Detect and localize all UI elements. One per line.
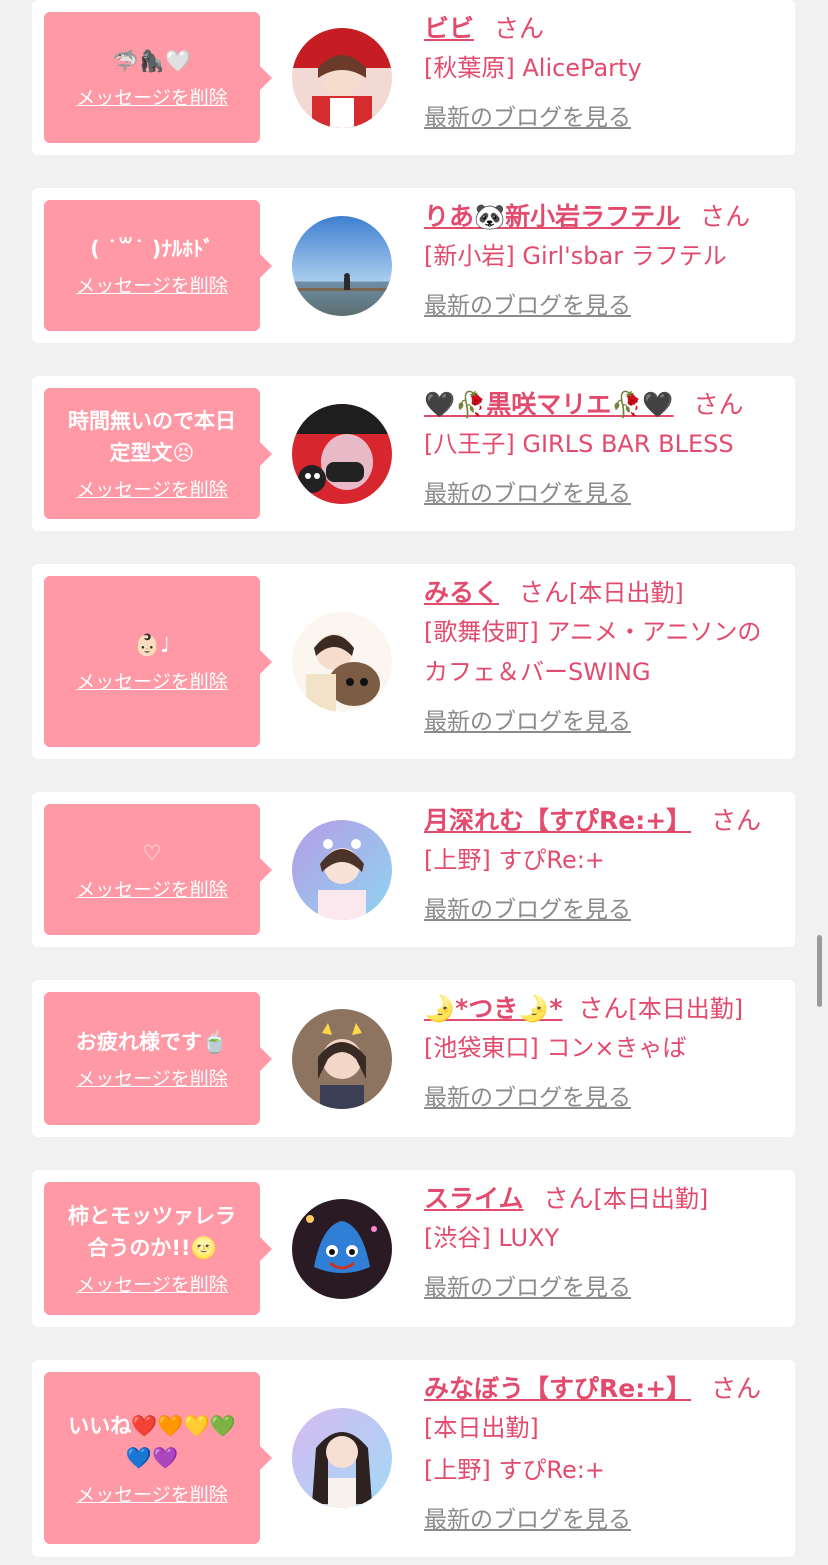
cast-name-link[interactable]: 🖤🥀黒咲マリエ🥀🖤 bbox=[424, 390, 674, 419]
honorific-label: さん bbox=[519, 578, 570, 607]
attendance-badge: [本日出勤] bbox=[424, 1414, 539, 1442]
attendance-badge: [本日出勤] bbox=[569, 579, 684, 607]
message-card: 👶🏻♩ メッセージを削除 みるく さん[本日出勤] [歌舞伎町] アニメ・アニソン… bbox=[32, 564, 795, 759]
shop-label: [池袋東口] コン×きゃば bbox=[424, 1034, 687, 1062]
message-card: 時間無いので本日 定型文😣 メッセージを削除 🖤🥀黒咲マリエ🥀🖤 さん [八王子]… bbox=[32, 376, 795, 531]
honorific-label: さん bbox=[711, 806, 762, 835]
latest-blog-link[interactable]: 最新のブログを見る bbox=[424, 1268, 631, 1302]
message-card: 🦈🦍🤍 メッセージを削除 ビビ さん [秋葉原] AliceParty 最新のブロ… bbox=[32, 0, 795, 155]
honorific-label: さん bbox=[700, 202, 751, 231]
cast-name-link[interactable]: みるく bbox=[424, 578, 499, 607]
honorific-label: さん bbox=[494, 14, 545, 43]
honorific-label: さん bbox=[711, 1374, 762, 1403]
shop-label: [上野] すぴRe:+ bbox=[424, 846, 605, 874]
message-bubble: ♡ メッセージを削除 bbox=[44, 804, 272, 935]
message-text: ♡ bbox=[142, 841, 162, 865]
delete-message-link[interactable]: メッセージを削除 bbox=[76, 271, 228, 298]
avatar[interactable] bbox=[292, 612, 392, 712]
latest-blog-link[interactable]: 最新のブログを見る bbox=[424, 702, 631, 736]
honorific-label: さん bbox=[578, 994, 629, 1023]
delete-message-link[interactable]: メッセージを削除 bbox=[76, 475, 228, 502]
avatar[interactable] bbox=[292, 1199, 392, 1299]
latest-blog-link[interactable]: 最新のブログを見る bbox=[424, 474, 631, 508]
message-bubble: ( ˙꒳˙ )ﾅﾙﾎﾄﾞ メッセージを削除 bbox=[44, 200, 272, 331]
shop-label: [新小岩] Girl'sbar ラフテル bbox=[424, 242, 727, 270]
message-card: 柿とモッツァレラ 合うのか!!🌝 メッセージを削除 スライム さん[本日出勤] [… bbox=[32, 1170, 795, 1327]
cast-name-link[interactable]: ビビ bbox=[424, 14, 474, 43]
cast-name-link[interactable]: みなぼう【すぴRe:+】 bbox=[424, 1374, 691, 1403]
delete-message-link[interactable]: メッセージを削除 bbox=[76, 667, 228, 694]
cast-name-link[interactable]: スライム bbox=[424, 1184, 524, 1213]
avatar[interactable] bbox=[292, 1408, 392, 1508]
cast-name-link[interactable]: 🌛*つき🌛* bbox=[424, 994, 562, 1023]
delete-message-link[interactable]: メッセージを削除 bbox=[76, 1064, 228, 1091]
message-card: ♡ メッセージを削除 月深れむ【すぴRe:+】 さん [上野] すぴRe:+ 最新… bbox=[32, 792, 795, 947]
avatar[interactable] bbox=[292, 216, 392, 316]
attendance-badge: [本日出勤] bbox=[593, 1185, 709, 1213]
delete-message-link[interactable]: メッセージを削除 bbox=[76, 1480, 228, 1507]
shop-label: [秋葉原] AliceParty bbox=[424, 54, 642, 82]
latest-blog-link[interactable]: 最新のブログを見る bbox=[424, 1500, 631, 1534]
message-bubble: 🦈🦍🤍 メッセージを削除 bbox=[44, 12, 272, 143]
latest-blog-link[interactable]: 最新のブログを見る bbox=[424, 98, 631, 132]
message-text: ( ˙꒳˙ )ﾅﾙﾎﾄﾞ bbox=[90, 237, 214, 261]
delete-message-link[interactable]: メッセージを削除 bbox=[76, 875, 228, 902]
message-bubble: 柿とモッツァレラ 合うのか!!🌝 メッセージを削除 bbox=[44, 1182, 272, 1315]
cast-name-link[interactable]: 月深れむ【すぴRe:+】 bbox=[424, 806, 691, 835]
message-text: いいね❤️🧡💛💚 💙💜 bbox=[68, 1413, 236, 1470]
shop-label: [渋谷] LUXY bbox=[424, 1224, 560, 1252]
message-bubble: お疲れ様です🍵 メッセージを削除 bbox=[44, 992, 272, 1125]
avatar[interactable] bbox=[292, 820, 392, 920]
message-card: いいね❤️🧡💛💚 💙💜 メッセージを削除 みなぼう【すぴRe:+】 さん [本日出… bbox=[32, 1360, 795, 1557]
latest-blog-link[interactable]: 最新のブログを見る bbox=[424, 890, 631, 924]
message-text: 時間無いので本日 定型文😣 bbox=[68, 409, 236, 465]
message-bubble: 👶🏻♩ メッセージを削除 bbox=[44, 576, 272, 747]
message-bubble: いいね❤️🧡💛💚 💙💜 メッセージを削除 bbox=[44, 1372, 272, 1544]
delete-message-link[interactable]: メッセージを削除 bbox=[76, 83, 228, 110]
message-text: 柿とモッツァレラ 合うのか!!🌝 bbox=[68, 1204, 236, 1260]
delete-message-link[interactable]: メッセージを削除 bbox=[76, 1270, 228, 1297]
message-card: ( ˙꒳˙ )ﾅﾙﾎﾄﾞ メッセージを削除 りあ🐼新小岩ラフテル さん [新小岩]… bbox=[32, 188, 795, 343]
message-text: 👶🏻♩ bbox=[133, 633, 171, 657]
attendance-badge: [本日出勤] bbox=[628, 995, 744, 1023]
shop-label: [歌舞伎町] アニメ・アニソンのカフェ＆バーSWING bbox=[424, 618, 762, 686]
message-text: 🦈🦍🤍 bbox=[112, 49, 192, 73]
avatar[interactable] bbox=[292, 404, 392, 504]
scrollbar-thumb[interactable] bbox=[817, 935, 822, 1007]
message-bubble: 時間無いので本日 定型文😣 メッセージを削除 bbox=[44, 388, 272, 519]
honorific-label: さん bbox=[543, 1184, 594, 1213]
latest-blog-link[interactable]: 最新のブログを見る bbox=[424, 286, 631, 320]
message-card: お疲れ様です🍵 メッセージを削除 🌛*つき🌛* さん[本日出勤] [池袋東口] コ… bbox=[32, 980, 795, 1137]
shop-label: [八王子] GIRLS BAR BLESS bbox=[424, 430, 734, 458]
avatar[interactable] bbox=[292, 1009, 392, 1109]
cast-name-link[interactable]: りあ🐼新小岩ラフテル bbox=[424, 202, 680, 231]
shop-label: [上野] すぴRe:+ bbox=[424, 1456, 605, 1484]
honorific-label: さん bbox=[693, 390, 744, 419]
avatar[interactable] bbox=[292, 28, 392, 128]
latest-blog-link[interactable]: 最新のブログを見る bbox=[424, 1078, 631, 1112]
message-text: お疲れ様です🍵 bbox=[75, 1030, 229, 1054]
